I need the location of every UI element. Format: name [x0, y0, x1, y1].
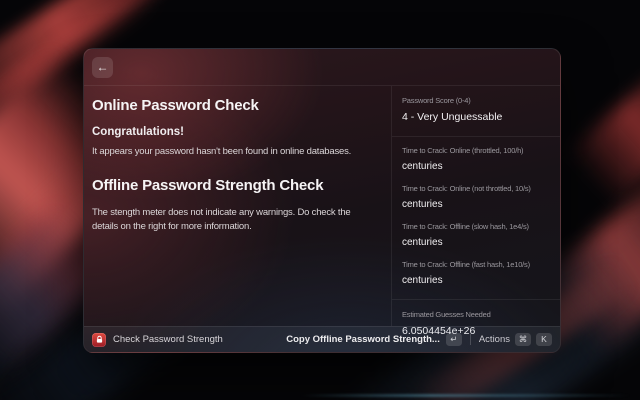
footer-divider — [470, 334, 471, 345]
crack-time-item: Time to Crack: Offline (slow hash, 1e4/s… — [402, 222, 550, 248]
online-check-title: Online Password Check — [92, 97, 385, 114]
crack-time-item: Time to Crack: Online (throttled, 100/h)… — [402, 146, 550, 172]
command-title: Check Password Strength — [113, 334, 223, 345]
password-score-section: Password Score (0-4) 4 - Very Unguessabl… — [392, 86, 560, 137]
command-key-icon: ⌘ — [515, 333, 531, 346]
back-arrow-icon: ← — [97, 61, 109, 73]
crack-time-label: Time to Crack: Online (not throttled, 10… — [402, 184, 550, 193]
actions-button[interactable]: Actions ⌘ K — [479, 333, 552, 346]
screen: { "icons": { "back": "←", "return_key": … — [0, 0, 640, 400]
window-body: Online Password Check Congratulations! I… — [84, 86, 560, 326]
time-to-crack-section: Time to Crack: Online (throttled, 100/h)… — [392, 137, 560, 299]
raycast-window: ← Online Password Check Congratulations!… — [83, 48, 561, 353]
actions-label: Actions — [479, 334, 510, 345]
action-bar-right: Copy Offline Password Strength... ↵ Acti… — [286, 333, 552, 346]
estimated-guesses-label: Estimated Guesses Needed — [402, 310, 550, 319]
crack-time-value: centuries — [402, 199, 550, 210]
primary-action-label: Copy Offline Password Strength... — [286, 334, 440, 345]
wallpaper-streak — [300, 394, 630, 397]
metadata-sidebar: Password Score (0-4) 4 - Very Unguessabl… — [391, 86, 560, 326]
wallpaper-streak — [566, 54, 640, 206]
offline-check-body: The stength meter does not indicate any … — [92, 206, 385, 235]
k-key-icon: K — [536, 333, 552, 346]
main-content: Online Password Check Congratulations! I… — [84, 86, 391, 326]
crack-time-value: centuries — [402, 275, 550, 286]
crack-time-value: centuries — [402, 161, 550, 172]
password-score-value: 4 - Very Unguessable — [402, 111, 550, 123]
window-header: ← — [84, 49, 560, 86]
offline-check-title: Offline Password Strength Check — [92, 177, 385, 194]
online-check-body: It appears your password hasn't been fou… — [92, 145, 385, 160]
lock-icon — [92, 333, 106, 347]
crack-time-value: centuries — [402, 237, 550, 248]
crack-time-label: Time to Crack: Online (throttled, 100/h) — [402, 146, 550, 155]
return-key-icon: ↵ — [446, 333, 462, 346]
command-chip: Check Password Strength — [92, 333, 223, 347]
crack-time-item: Time to Crack: Online (not throttled, 10… — [402, 184, 550, 210]
crack-time-label: Time to Crack: Offline (slow hash, 1e4/s… — [402, 222, 550, 231]
copy-offline-password-strength-button[interactable]: Copy Offline Password Strength... ↵ — [286, 333, 462, 346]
action-bar: Check Password Strength Copy Offline Pas… — [84, 326, 560, 352]
congratulations-heading: Congratulations! — [92, 126, 385, 138]
password-score-label: Password Score (0-4) — [402, 96, 550, 105]
back-button[interactable]: ← — [92, 57, 113, 78]
crack-time-item: Time to Crack: Offline (fast hash, 1e10/… — [402, 260, 550, 286]
crack-time-label: Time to Crack: Offline (fast hash, 1e10/… — [402, 260, 550, 269]
